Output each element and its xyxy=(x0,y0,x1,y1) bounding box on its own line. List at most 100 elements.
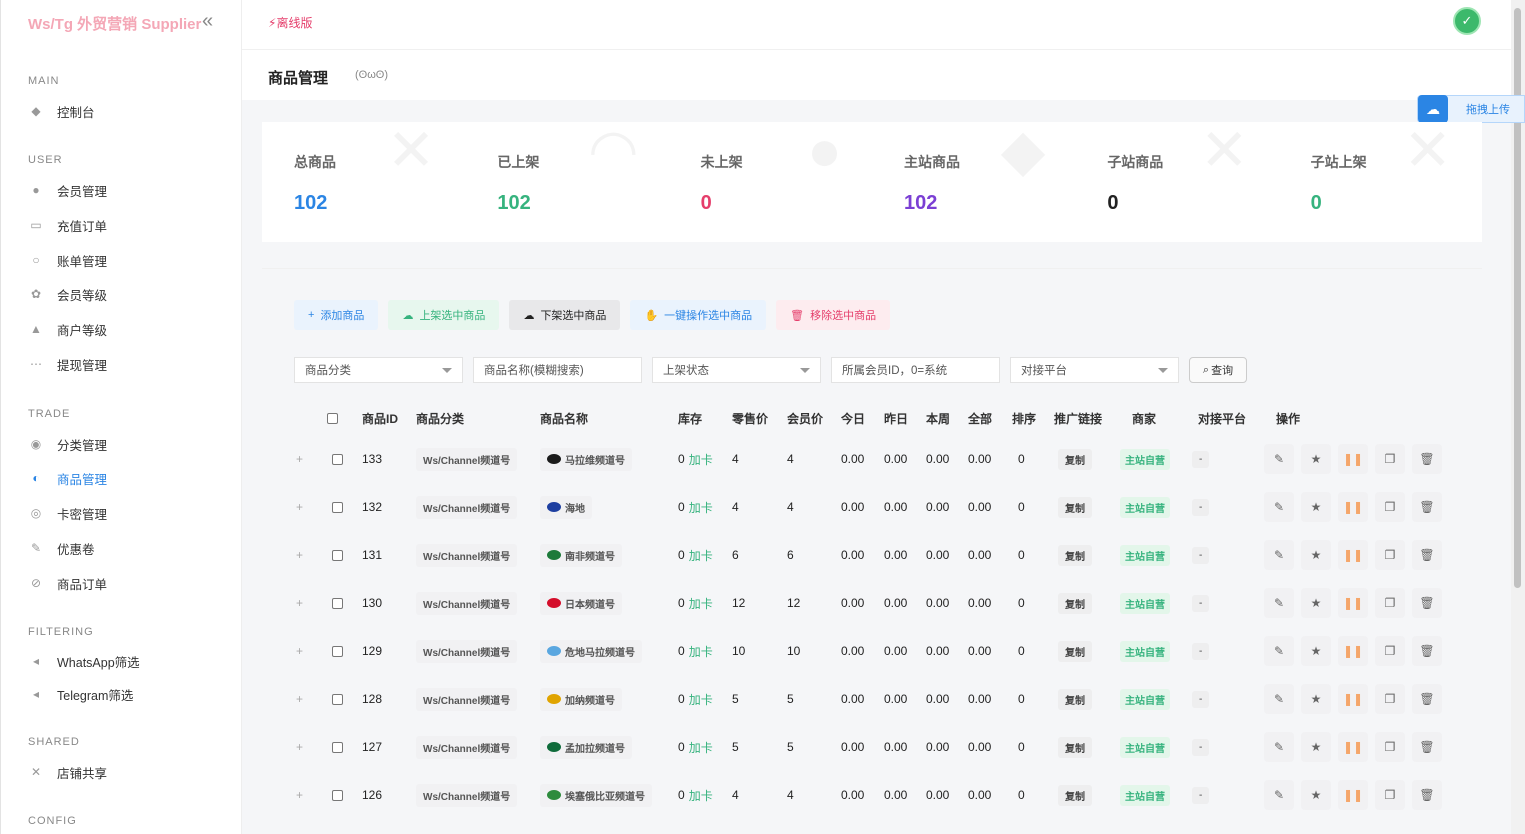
expand-row-icon[interactable]: + xyxy=(296,644,303,658)
list-selected-button[interactable]: ☁ 上架选中商品 xyxy=(388,300,500,330)
edit-icon[interactable]: ✎ xyxy=(1264,684,1294,714)
sidebar-item-cards[interactable]: ◎ 卡密管理 xyxy=(28,502,107,524)
edit-icon[interactable]: ✎ xyxy=(1264,780,1294,810)
expand-row-icon[interactable]: + xyxy=(296,692,303,706)
pause-icon[interactable]: ❚❚ xyxy=(1338,780,1368,810)
sidebar-item-category[interactable]: ◉ 分类管理 xyxy=(28,433,107,455)
star-icon[interactable]: ★ xyxy=(1301,732,1331,762)
copy-link-button[interactable]: 复制 xyxy=(1058,592,1092,614)
status-select[interactable]: 上架状态 xyxy=(652,357,821,383)
sidebar-item-shop-share[interactable]: ✕ 店铺共享 xyxy=(28,761,107,783)
select-all-checkbox[interactable] xyxy=(327,413,338,424)
copy-icon[interactable]: ❐ xyxy=(1375,444,1405,474)
pause-icon[interactable]: ❚❚ xyxy=(1338,492,1368,522)
edit-icon[interactable]: ✎ xyxy=(1264,732,1294,762)
copy-icon[interactable]: ❐ xyxy=(1375,540,1405,570)
expand-row-icon[interactable]: + xyxy=(296,548,303,562)
platform-select[interactable]: 对接平台 xyxy=(1010,357,1179,383)
sidebar-item-coupons[interactable]: ✎ 优惠卷 xyxy=(28,537,95,559)
delete-icon[interactable]: 🗑 xyxy=(1412,588,1442,618)
edit-icon[interactable]: ✎ xyxy=(1264,540,1294,570)
avatar[interactable]: ✓ xyxy=(1453,7,1481,35)
row-checkbox[interactable] xyxy=(332,693,343,705)
copy-icon[interactable]: ❐ xyxy=(1375,588,1405,618)
scrollbar-track[interactable] xyxy=(1511,0,1525,834)
sidebar-item-dashboard[interactable]: ◆ 控制台 xyxy=(28,100,94,122)
copy-link-button[interactable]: 复制 xyxy=(1058,448,1092,470)
pause-icon[interactable]: ❚❚ xyxy=(1338,732,1368,762)
offline-badge[interactable]: ⚡离线版 xyxy=(268,14,312,31)
query-button[interactable]: ⌕ 查询 xyxy=(1189,357,1247,383)
copy-icon[interactable]: ❐ xyxy=(1375,732,1405,762)
sidebar-item-orders[interactable]: ⊘ 商品订单 xyxy=(28,572,107,594)
star-icon[interactable]: ★ xyxy=(1301,540,1331,570)
star-icon[interactable]: ★ xyxy=(1301,636,1331,666)
name-search-input[interactable]: 商品名称(模糊搜索) xyxy=(473,357,642,383)
row-checkbox[interactable] xyxy=(332,741,343,753)
expand-row-icon[interactable]: + xyxy=(296,452,303,466)
add-card-link[interactable]: 加卡 xyxy=(689,643,713,660)
sidebar-item-merchant-level[interactable]: ▲ 商户等级 xyxy=(28,318,107,340)
row-checkbox[interactable] xyxy=(332,501,343,513)
pause-icon[interactable]: ❚❚ xyxy=(1338,540,1368,570)
edit-icon[interactable]: ✎ xyxy=(1264,492,1294,522)
member-id-input[interactable]: 所属会员ID，0=系统 xyxy=(831,357,1000,383)
delete-icon[interactable]: 🗑 xyxy=(1412,492,1442,522)
edit-icon[interactable]: ✎ xyxy=(1264,444,1294,474)
star-icon[interactable]: ★ xyxy=(1301,588,1331,618)
add-card-link[interactable]: 加卡 xyxy=(689,787,713,804)
sidebar-item-member-level[interactable]: ✿ 会员等级 xyxy=(28,283,107,305)
star-icon[interactable]: ★ xyxy=(1301,780,1331,810)
one-key-action-button[interactable]: ✋ 一键操作选中商品 xyxy=(630,300,767,330)
pause-icon[interactable]: ❚❚ xyxy=(1338,684,1368,714)
star-icon[interactable]: ★ xyxy=(1301,444,1331,474)
sidebar-item-telegram[interactable]: ◂ Telegram筛选 xyxy=(28,683,133,705)
row-checkbox[interactable] xyxy=(332,453,343,465)
copy-link-button[interactable]: 复制 xyxy=(1058,544,1092,566)
add-card-link[interactable]: 加卡 xyxy=(689,499,713,516)
add-card-link[interactable]: 加卡 xyxy=(689,691,713,708)
add-card-link[interactable]: 加卡 xyxy=(689,547,713,564)
expand-row-icon[interactable]: + xyxy=(296,596,303,610)
delete-icon[interactable]: 🗑 xyxy=(1412,732,1442,762)
add-goods-button[interactable]: + 添加商品 xyxy=(294,300,379,330)
delete-icon[interactable]: 🗑 xyxy=(1412,684,1442,714)
sidebar-item-recharge[interactable]: ▭ 充值订单 xyxy=(28,214,107,236)
sidebar-item-members[interactable]: ● 会员管理 xyxy=(28,179,107,201)
add-card-link[interactable]: 加卡 xyxy=(689,451,713,468)
sidebar-item-withdraw[interactable]: ⋯ 提现管理 xyxy=(28,353,107,375)
pause-icon[interactable]: ❚❚ xyxy=(1338,636,1368,666)
star-icon[interactable]: ★ xyxy=(1301,492,1331,522)
unlist-selected-button[interactable]: ☁ 下架选中商品 xyxy=(509,300,621,330)
edit-icon[interactable]: ✎ xyxy=(1264,588,1294,618)
category-select[interactable]: 商品分类 xyxy=(294,357,463,383)
star-icon[interactable]: ★ xyxy=(1301,684,1331,714)
row-checkbox[interactable] xyxy=(332,549,343,561)
pause-icon[interactable]: ❚❚ xyxy=(1338,588,1368,618)
copy-link-button[interactable]: 复制 xyxy=(1058,496,1092,518)
add-card-link[interactable]: 加卡 xyxy=(689,595,713,612)
edit-icon[interactable]: ✎ xyxy=(1264,636,1294,666)
expand-row-icon[interactable]: + xyxy=(296,500,303,514)
row-checkbox[interactable] xyxy=(332,597,343,609)
delete-icon[interactable]: 🗑 xyxy=(1412,444,1442,474)
copy-link-button[interactable]: 复制 xyxy=(1058,640,1092,662)
row-checkbox[interactable] xyxy=(332,645,343,657)
expand-row-icon[interactable]: + xyxy=(296,740,303,754)
sidebar-item-bills[interactable]: ○ 账单管理 xyxy=(28,249,107,271)
sidebar-item-goods[interactable]: ◐ 商品管理 xyxy=(28,467,107,489)
copy-icon[interactable]: ❐ xyxy=(1375,492,1405,522)
expand-row-icon[interactable]: + xyxy=(296,788,303,802)
copy-icon[interactable]: ❐ xyxy=(1375,780,1405,810)
copy-icon[interactable]: ❐ xyxy=(1375,636,1405,666)
remove-selected-button[interactable]: 🗑 移除选中商品 xyxy=(776,300,891,330)
pause-icon[interactable]: ❚❚ xyxy=(1338,444,1368,474)
delete-icon[interactable]: 🗑 xyxy=(1412,636,1442,666)
delete-icon[interactable]: 🗑 xyxy=(1412,780,1442,810)
sidebar-item-whatsapp[interactable]: ◂ WhatsApp筛选 xyxy=(28,650,140,672)
copy-link-button[interactable]: 复制 xyxy=(1058,736,1092,758)
copy-link-button[interactable]: 复制 xyxy=(1058,688,1092,710)
copy-link-button[interactable]: 复制 xyxy=(1058,784,1092,806)
copy-icon[interactable]: ❐ xyxy=(1375,684,1405,714)
delete-icon[interactable]: 🗑 xyxy=(1412,540,1442,570)
